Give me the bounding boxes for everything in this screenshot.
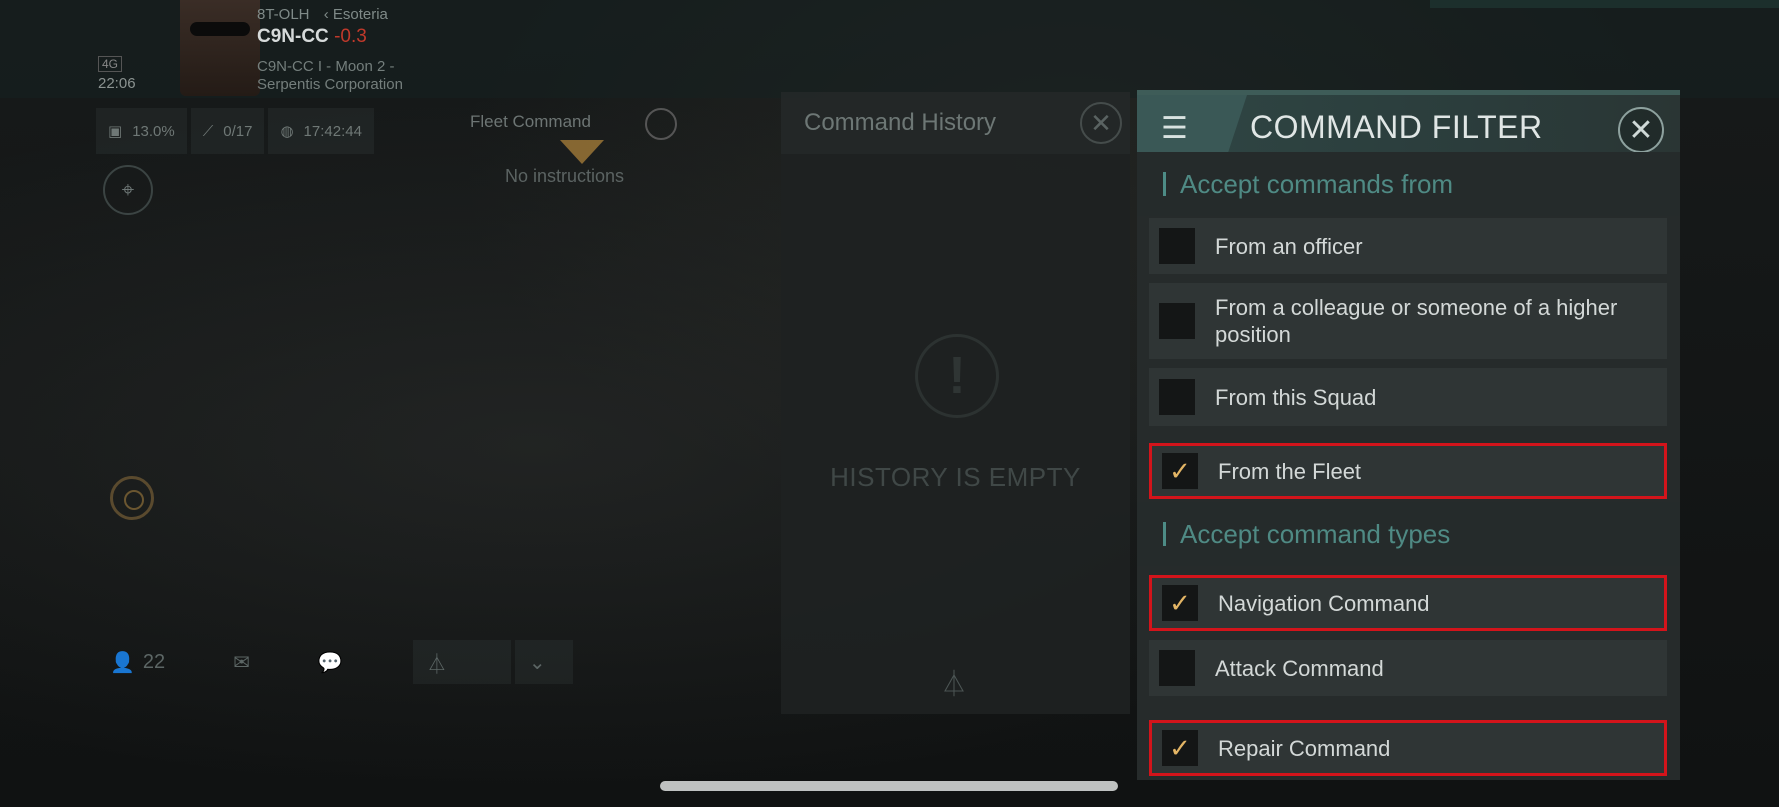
chart-icon: ⟋ <box>202 122 214 140</box>
section-title: Accept command types <box>1180 518 1451 549</box>
cargo-icon: ▣ <box>108 123 123 140</box>
option-label: Attack Command <box>1215 655 1384 681</box>
command-history-title: Command History <box>804 109 997 136</box>
timer-stat[interactable]: ◍ 17:42:44 <box>268 108 374 154</box>
option-from-fleet[interactable]: ✓ From the Fleet <box>1149 443 1667 499</box>
option-label: Navigation Command <box>1218 590 1430 616</box>
chevron-down-icon[interactable]: ⌄ <box>514 640 573 684</box>
region-text: 8T-OLH <box>257 6 310 23</box>
option-from-squad[interactable]: From this Squad <box>1149 368 1667 426</box>
option-from-officer[interactable]: From an officer <box>1149 218 1667 274</box>
checkmark-icon[interactable]: ✓ <box>1162 730 1198 766</box>
no-instructions-text: No instructions <box>505 166 625 186</box>
progress-value: 0/17 <box>223 122 253 140</box>
location-line-1: C9N-CC I - Moon 2 - <box>257 58 395 75</box>
fleet-command-label[interactable]: Fleet Command <box>470 112 591 132</box>
command-history-panel: Command History ✕ ! HISTORY IS EMPTY ⏃ <box>781 92 1130 714</box>
timer-value: 17:42:44 <box>303 122 362 140</box>
system-name[interactable]: C9N-CC -0.3 <box>257 26 367 48</box>
chat-icon[interactable]: 💬 <box>304 640 357 684</box>
history-filter-icon[interactable]: ⏃ <box>941 664 967 701</box>
system-text: C9N-CC <box>257 26 329 47</box>
alert-icon: ! <box>915 334 999 418</box>
goggles-icon <box>190 22 250 36</box>
members-count: 22 <box>142 650 166 673</box>
home-indicator[interactable] <box>660 781 1118 791</box>
checkbox[interactable] <box>1159 228 1195 264</box>
cargo-stat[interactable]: ▣ 13.0% <box>96 108 187 154</box>
faction-text: Esoteria <box>332 6 388 23</box>
option-label: From the Fleet <box>1218 458 1362 484</box>
command-filter-panel: ☰ COMMAND FILTER ✕ Accept commands from … <box>1137 90 1680 780</box>
history-close-icon[interactable]: ✕ <box>1080 102 1122 144</box>
filter-close-icon[interactable]: ✕ <box>1618 107 1664 153</box>
location: C9N-CC I - Moon 2 - Serpentis Corporatio… <box>257 58 403 94</box>
pilot-avatar[interactable] <box>180 0 260 96</box>
planet-icon: ◍ <box>280 123 294 140</box>
history-clock-icon[interactable] <box>645 108 677 140</box>
target-icon[interactable] <box>110 476 154 520</box>
bottom-toolbar: 👤 22 ✉ 💬 ⏃ ⌄ <box>96 640 573 684</box>
checkmark-icon[interactable]: ✓ <box>1162 585 1198 621</box>
clock: 22:06 <box>98 75 136 92</box>
mail-icon[interactable]: ✉ <box>219 640 264 684</box>
menu-icon: ☰ <box>1161 112 1188 145</box>
option-navigation-command[interactable]: ✓ Navigation Command <box>1149 575 1667 631</box>
section-accept-from: Accept commands from <box>1137 152 1680 216</box>
cargo-value: 13.0% <box>132 122 175 140</box>
filter-icon[interactable]: ⏃ <box>412 640 511 684</box>
location-pin-icon[interactable]: ⌖ <box>103 165 153 215</box>
checkmark-icon[interactable]: ✓ <box>1162 453 1198 489</box>
checkbox[interactable] <box>1159 379 1195 415</box>
signal-badge: 4G <box>98 56 123 72</box>
command-history-header: Command History ✕ <box>781 92 1130 154</box>
section-title: Accept commands from <box>1180 168 1454 199</box>
option-label: Repair Command <box>1218 735 1391 761</box>
person-icon: 👤 <box>110 651 135 674</box>
progress-stat[interactable]: ⟋ 0/17 <box>190 108 265 154</box>
option-repair-command[interactable]: ✓ Repair Command <box>1149 720 1667 776</box>
option-label: From an officer <box>1215 233 1363 259</box>
option-from-colleague[interactable]: From a colleague or someone of a higher … <box>1149 283 1667 359</box>
pilot-region: 8T-OLH ‹ Esoteria <box>257 6 388 23</box>
fleet-indicator-icon <box>560 140 604 164</box>
members-button[interactable]: 👤 22 <box>96 640 179 684</box>
top-right-strip <box>1430 0 1779 8</box>
faction-chevron-icon: ‹ <box>323 6 329 23</box>
checkbox[interactable] <box>1159 650 1195 686</box>
security-status: -0.3 <box>334 26 367 47</box>
option-label: From this Squad <box>1215 384 1377 410</box>
section-accent-bar <box>1163 522 1166 546</box>
location-line-2: Serpentis Corporation <box>257 76 403 93</box>
status-bar: ▣ 13.0% ⟋ 0/17 ◍ 17:42:44 <box>96 108 374 154</box>
option-label: From a colleague or someone of a higher … <box>1215 295 1618 347</box>
command-filter-title: COMMAND FILTER <box>1250 109 1543 145</box>
history-empty-text: HISTORY IS EMPTY <box>830 462 1081 492</box>
section-accent-bar <box>1163 172 1166 196</box>
checkbox[interactable] <box>1159 303 1195 339</box>
option-attack-command[interactable]: Attack Command <box>1149 640 1667 696</box>
section-accept-types: Accept command types <box>1137 502 1680 566</box>
